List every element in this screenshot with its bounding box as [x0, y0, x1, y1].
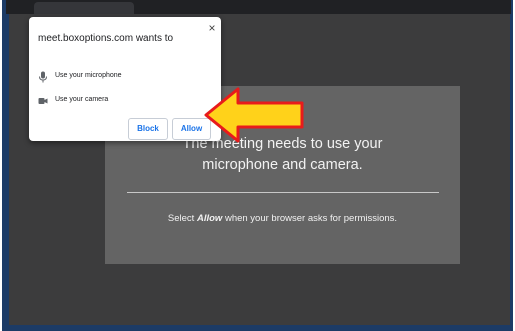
instruction-suffix: when your browser asks for permissions. — [222, 213, 398, 224]
callout-arrow-icon — [204, 87, 304, 143]
block-button[interactable]: Block — [128, 118, 168, 140]
permission-microphone-label: Use your microphone — [55, 72, 122, 79]
microphone-icon — [39, 71, 47, 83]
instruction-prefix: Select — [167, 213, 197, 224]
permission-camera-label: Use your camera — [55, 96, 109, 103]
instruction-allow-emphasis: Allow — [196, 213, 223, 224]
permission-dialog: meet.boxoptions.com wants to × Use your … — [29, 17, 221, 141]
browser-tab-bar — [6, 0, 511, 14]
close-icon[interactable]: × — [206, 21, 218, 35]
browser-tab[interactable] — [34, 2, 134, 14]
dialog-title: meet.boxoptions.com wants to — [38, 33, 174, 44]
camera-icon — [38, 98, 48, 104]
meeting-instruction: Select Allow when your browser asks for … — [105, 213, 460, 224]
meeting-divider — [127, 192, 439, 193]
